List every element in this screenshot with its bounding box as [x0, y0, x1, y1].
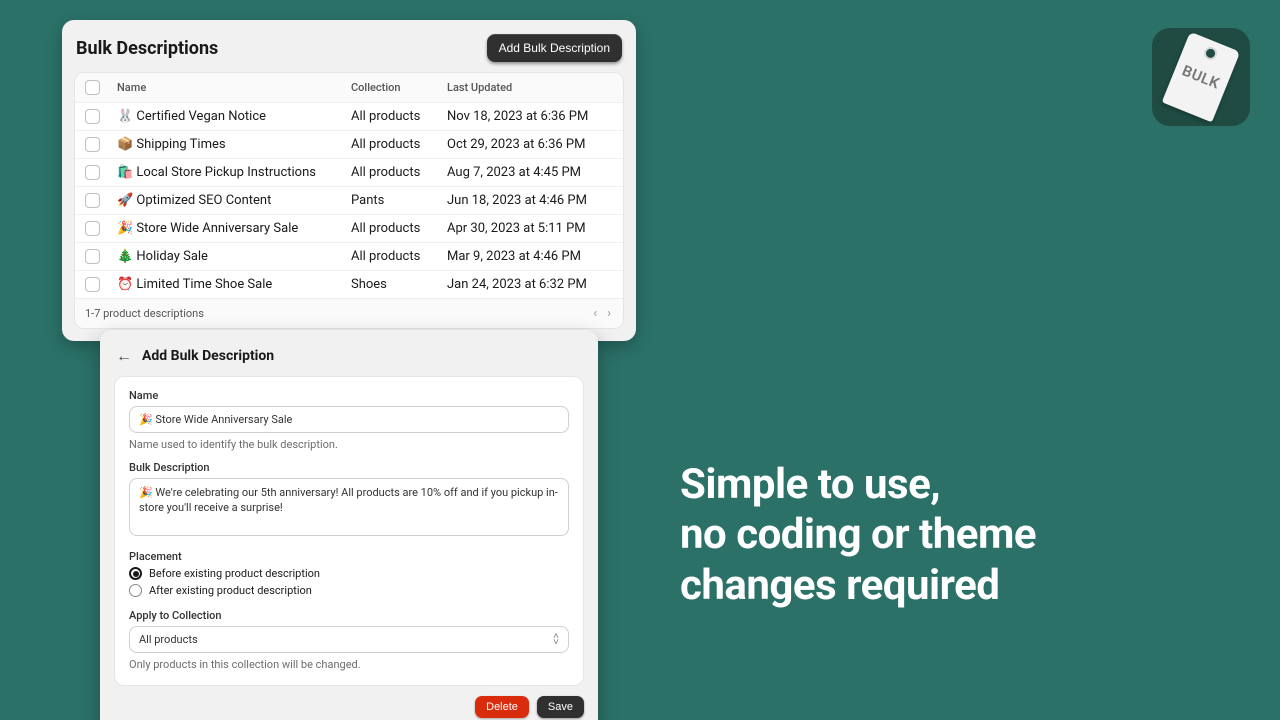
placement-before-row[interactable]: Before existing product description	[129, 567, 569, 580]
apply-help: Only products in this collection will be…	[129, 658, 569, 671]
description-label: Bulk Description	[129, 461, 569, 474]
descriptions-table: Name Collection Last Updated 🐰 Certified…	[74, 72, 624, 329]
radio-before[interactable]	[129, 567, 142, 580]
table-row[interactable]: ⏰ Limited Time Shoe SaleShoesJan 24, 202…	[75, 271, 623, 298]
collection-select[interactable]: All products	[129, 626, 569, 653]
row-updated: Nov 18, 2023 at 6:36 PM	[447, 109, 615, 124]
name-input[interactable]	[129, 406, 569, 433]
row-checkbox[interactable]	[85, 249, 100, 264]
radio-after[interactable]	[129, 584, 142, 597]
headline-line: Simple to use,	[680, 460, 1036, 510]
save-button[interactable]: Save	[537, 696, 584, 718]
tag-text: BULK	[1180, 61, 1223, 92]
name-label: Name	[129, 389, 569, 402]
page-title: Bulk Descriptions	[76, 38, 218, 59]
row-name: 🎄 Holiday Sale	[117, 249, 351, 264]
row-name: 🛍️ Local Store Pickup Instructions	[117, 165, 351, 180]
form-card: Name Name used to identify the bulk desc…	[114, 376, 584, 686]
headline-line: changes required	[680, 561, 1036, 611]
row-collection: All products	[351, 165, 447, 180]
row-name: 🎉 Store Wide Anniversary Sale	[117, 221, 351, 236]
row-checkbox[interactable]	[85, 193, 100, 208]
bulk-descriptions-panel: Bulk Descriptions Add Bulk Description N…	[62, 20, 636, 341]
placement-after-row[interactable]: After existing product description	[129, 584, 569, 597]
row-checkbox[interactable]	[85, 165, 100, 180]
add-bulk-description-panel: ← Add Bulk Description Name Name used to…	[100, 330, 598, 720]
apply-label: Apply to Collection	[129, 609, 569, 622]
row-name: 🐰 Certified Vegan Notice	[117, 109, 351, 124]
app-icon: BULK	[1152, 28, 1250, 126]
delete-button[interactable]: Delete	[475, 696, 529, 718]
placement-before-label: Before existing product description	[149, 567, 320, 580]
row-updated: Aug 7, 2023 at 4:45 PM	[447, 165, 615, 180]
row-checkbox[interactable]	[85, 277, 100, 292]
row-updated: Apr 30, 2023 at 5:11 PM	[447, 221, 615, 236]
column-name: Name	[117, 81, 351, 94]
placement-after-label: After existing product description	[149, 584, 312, 597]
table-row[interactable]: 🚀 Optimized SEO ContentPantsJun 18, 2023…	[75, 187, 623, 215]
row-collection: Pants	[351, 193, 447, 208]
row-collection: All products	[351, 249, 447, 264]
description-textarea[interactable]: 🎉 We're celebrating our 5th anniversary!…	[129, 478, 569, 536]
table-row[interactable]: 🎄 Holiday SaleAll productsMar 9, 2023 at…	[75, 243, 623, 271]
row-updated: Oct 29, 2023 at 6:36 PM	[447, 137, 615, 152]
row-updated: Jun 18, 2023 at 4:46 PM	[447, 193, 615, 208]
row-collection: Shoes	[351, 277, 447, 292]
marketing-headline: Simple to use, no coding or theme change…	[680, 460, 1036, 611]
row-updated: Jan 24, 2023 at 6:32 PM	[447, 277, 615, 292]
row-updated: Mar 9, 2023 at 4:46 PM	[447, 249, 615, 264]
headline-line: no coding or theme	[680, 510, 1036, 560]
table-header: Name Collection Last Updated	[75, 73, 623, 103]
prev-page-button[interactable]: ‹	[591, 306, 599, 321]
column-updated: Last Updated	[447, 81, 615, 94]
row-collection: All products	[351, 221, 447, 236]
table-footer-count: 1-7 product descriptions	[85, 307, 204, 320]
add-bulk-description-button[interactable]: Add Bulk Description	[487, 34, 622, 62]
column-collection: Collection	[351, 81, 447, 94]
next-page-button[interactable]: ›	[605, 306, 613, 321]
table-row[interactable]: 🐰 Certified Vegan NoticeAll productsNov …	[75, 103, 623, 131]
select-all-checkbox[interactable]	[85, 80, 100, 95]
table-row[interactable]: 📦 Shipping TimesAll productsOct 29, 2023…	[75, 131, 623, 159]
row-checkbox[interactable]	[85, 221, 100, 236]
row-checkbox[interactable]	[85, 137, 100, 152]
row-collection: All products	[351, 109, 447, 124]
form-title: Add Bulk Description	[142, 348, 274, 364]
row-collection: All products	[351, 137, 447, 152]
row-name: 🚀 Optimized SEO Content	[117, 193, 351, 208]
price-tag-icon: BULK	[1162, 32, 1241, 123]
table-row[interactable]: 🛍️ Local Store Pickup InstructionsAll pr…	[75, 159, 623, 187]
back-button[interactable]: ←	[116, 346, 132, 366]
row-name: ⏰ Limited Time Shoe Sale	[117, 277, 351, 292]
placement-label: Placement	[129, 550, 569, 563]
name-help: Name used to identify the bulk descripti…	[129, 438, 569, 451]
row-checkbox[interactable]	[85, 109, 100, 124]
table-row[interactable]: 🎉 Store Wide Anniversary SaleAll product…	[75, 215, 623, 243]
row-name: 📦 Shipping Times	[117, 137, 351, 152]
